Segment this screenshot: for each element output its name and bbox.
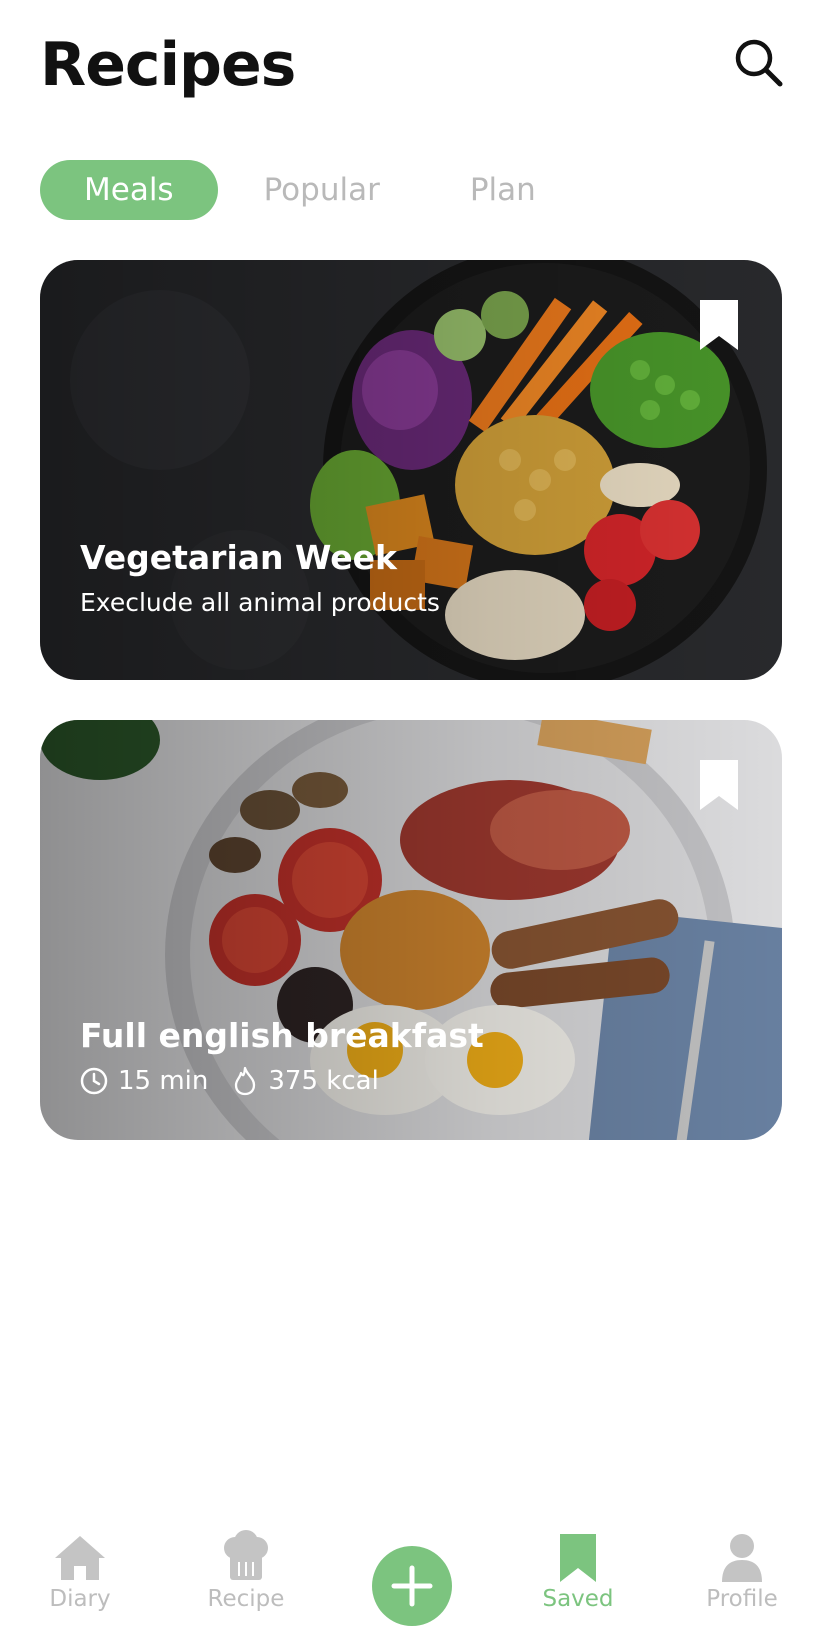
user-icon (722, 1534, 762, 1582)
nav-label: Saved (542, 1586, 614, 1612)
time-meta: 15 min (80, 1066, 208, 1096)
nav-item-recipe[interactable]: Recipe (186, 1526, 306, 1612)
add-button[interactable] (372, 1546, 452, 1626)
recipe-card-full-english-breakfast[interactable]: Full english breakfast 15 min 375 kcal (40, 720, 782, 1140)
recipe-meta: 15 min 375 kcal (80, 1066, 403, 1096)
nav-item-diary[interactable]: Diary (20, 1526, 140, 1612)
bookmark-icon (560, 1534, 596, 1582)
nav-item-profile[interactable]: Profile (682, 1526, 802, 1612)
home-icon (55, 1536, 105, 1580)
nav-label: Recipe (207, 1586, 285, 1612)
tab-popular[interactable]: Popular (220, 160, 426, 220)
nav-label: Profile (706, 1586, 778, 1612)
search-icon (735, 39, 783, 87)
chef-hat-icon (224, 1530, 268, 1580)
card-shade (40, 260, 782, 680)
bottom-nav: Diary Recipe Saved Profile (0, 1526, 822, 1646)
flame-icon (235, 1066, 256, 1096)
recipe-card-vegetarian-week[interactable]: Vegetarian Week Execlude all animal prod… (40, 260, 782, 680)
bookmark-icon[interactable] (700, 300, 738, 350)
clock-icon (80, 1067, 108, 1095)
cook-time: 15 min (118, 1066, 209, 1096)
card-title: Vegetarian Week (80, 538, 397, 577)
nav-label: Diary (49, 1586, 111, 1612)
plus-icon (391, 1565, 433, 1607)
card-title: Full english breakfast (80, 1016, 484, 1055)
header: Recipes (40, 24, 783, 104)
bookmark-icon[interactable] (700, 760, 738, 810)
calories: 375 kcal (268, 1066, 379, 1096)
search-button[interactable] (730, 34, 786, 90)
page-title: Recipes (40, 30, 296, 100)
nav-item-saved[interactable]: Saved (518, 1526, 638, 1612)
tab-plan[interactable]: Plan (426, 160, 580, 220)
tab-meals[interactable]: Meals (40, 160, 218, 220)
calories-meta: 375 kcal (232, 1066, 379, 1096)
category-tabs: Meals Popular Plan (40, 160, 580, 220)
card-subtitle: Execlude all animal products (80, 588, 440, 617)
